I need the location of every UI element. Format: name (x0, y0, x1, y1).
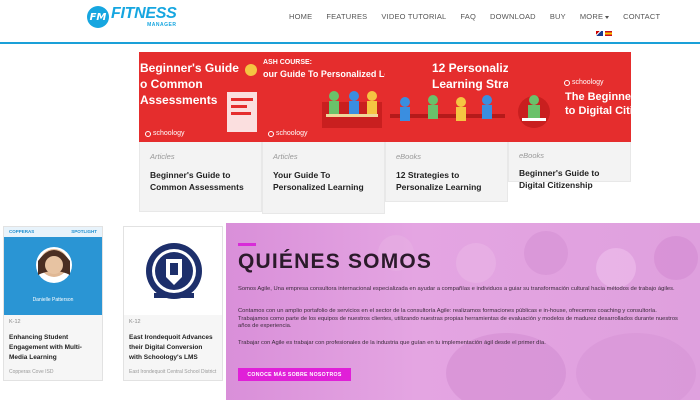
card-category: Articles (150, 152, 175, 161)
site-header: FM FITNESS MANAGER HOME FEATURES VIDEO T… (0, 0, 700, 44)
card-image-line: Assessments (140, 93, 218, 107)
main-nav: HOME FEATURES VIDEO TUTORIAL FAQ DOWNLOA… (289, 12, 674, 21)
nav-video-tutorial[interactable]: VIDEO TUTORIAL (381, 12, 446, 21)
logo-title: FITNESS (111, 5, 177, 22)
card-category: eBooks (519, 151, 545, 160)
schoology-icon (564, 79, 570, 86)
case-study-image: COPPERAS SPOTLIGHT Danielle Patterson (4, 227, 102, 315)
card-image: schoology The Beginner's to Digital Citi… (508, 52, 631, 142)
resource-card[interactable]: 12 Personaliz Learning Stra eBooks 12 St… (385, 52, 508, 202)
badge-right: SPOTLIGHT (71, 229, 97, 234)
nav-faq[interactable]: FAQ (460, 12, 476, 21)
brand-label: schoology (153, 130, 185, 137)
card-image: 12 Personaliz Learning Stra (385, 52, 508, 142)
about-title: QUIÉNES SOMOS (238, 250, 433, 273)
case-study-image (124, 227, 222, 315)
card-image-line: o Common (140, 77, 203, 91)
language-switcher (596, 31, 612, 36)
card-title[interactable]: Beginner's Guide to Common Assessments (150, 169, 251, 193)
card-category: Articles (273, 152, 298, 161)
nav-contact[interactable]: CONTACT (623, 12, 660, 21)
card-title[interactable]: 12 Strategies to Personalize Learning (396, 169, 497, 193)
brand-label: schoology (276, 130, 308, 137)
nav-buy[interactable]: BUY (550, 12, 566, 21)
about-paragraph: Contamos con un amplio portafolio de ser… (238, 308, 678, 329)
case-study-source: Copperas Cove ISD (9, 369, 54, 375)
card-title[interactable]: Your Guide To Personalized Learning (273, 169, 374, 193)
card-image-line: ASH COURSE: (263, 59, 313, 66)
about-paragraph: Somos Agile, Una empresa consultora inte… (238, 286, 675, 292)
case-study-title[interactable]: East Irondequoit Advances their Digital … (129, 333, 217, 363)
english-flag-icon[interactable] (596, 31, 603, 36)
resource-card[interactable]: ASH COURSE: our Guide To Personalized Le… (262, 52, 385, 214)
nav-home[interactable]: HOME (289, 12, 312, 21)
about-paragraph: Trabajar con Agile es trabajar con profe… (238, 340, 546, 346)
resource-card[interactable]: schoology The Beginner's to Digital Citi… (508, 52, 631, 190)
learn-more-button[interactable]: CONOCE MÁS SOBRE NOSOTROS (238, 368, 351, 381)
spanish-flag-icon[interactable] (605, 31, 612, 36)
grade-label: K-12 (129, 319, 141, 325)
case-study-card[interactable]: K-12 East Irondequoit Advances their Dig… (123, 226, 223, 381)
person-name: Danielle Patterson (32, 297, 74, 303)
card-image-line: The Beginner's (565, 91, 631, 103)
card-image-line: our Guide To Personalized Le (263, 69, 385, 79)
nav-features[interactable]: FEATURES (326, 12, 367, 21)
case-study-title[interactable]: Enhancing Student Engagement with Multi-… (9, 333, 97, 363)
school-seal-icon (146, 243, 202, 299)
logo[interactable]: FM FITNESS MANAGER (87, 5, 177, 28)
nav-more-dropdown[interactable]: MORE (580, 12, 609, 21)
logo-badge: FM (87, 6, 109, 28)
title-accent-bar (238, 243, 256, 246)
case-study-source: East Irondequoit Central School District (129, 369, 217, 375)
about-section: QUIÉNES SOMOS Somos Agile, Una empresa c… (226, 223, 700, 400)
card-category: eBooks (396, 152, 422, 161)
grade-label: K-12 (9, 319, 21, 325)
brand-label: schoology (572, 79, 604, 86)
card-title[interactable]: Beginner's Guide to Digital Citizenship (519, 167, 620, 191)
resource-card[interactable]: Beginner's Guide o Common Assessments sc… (139, 52, 262, 212)
schoology-icon (268, 130, 274, 137)
schoology-icon (145, 130, 151, 137)
badge-left: COPPERAS (9, 229, 35, 234)
nav-download[interactable]: DOWNLOAD (490, 12, 536, 21)
card-image: Beginner's Guide o Common Assessments sc… (139, 52, 262, 142)
card-image-line: 12 Personaliz (432, 61, 508, 75)
card-image-line: to Digital Citiz (565, 105, 631, 117)
card-image-line: Beginner's Guide (140, 61, 239, 75)
card-image: ASH COURSE: our Guide To Personalized Le… (262, 52, 385, 142)
case-study-card[interactable]: COPPERAS SPOTLIGHT Danielle Patterson K-… (3, 226, 103, 381)
card-image-line: Learning Stra (432, 77, 508, 91)
logo-subtitle: MANAGER (147, 22, 177, 28)
